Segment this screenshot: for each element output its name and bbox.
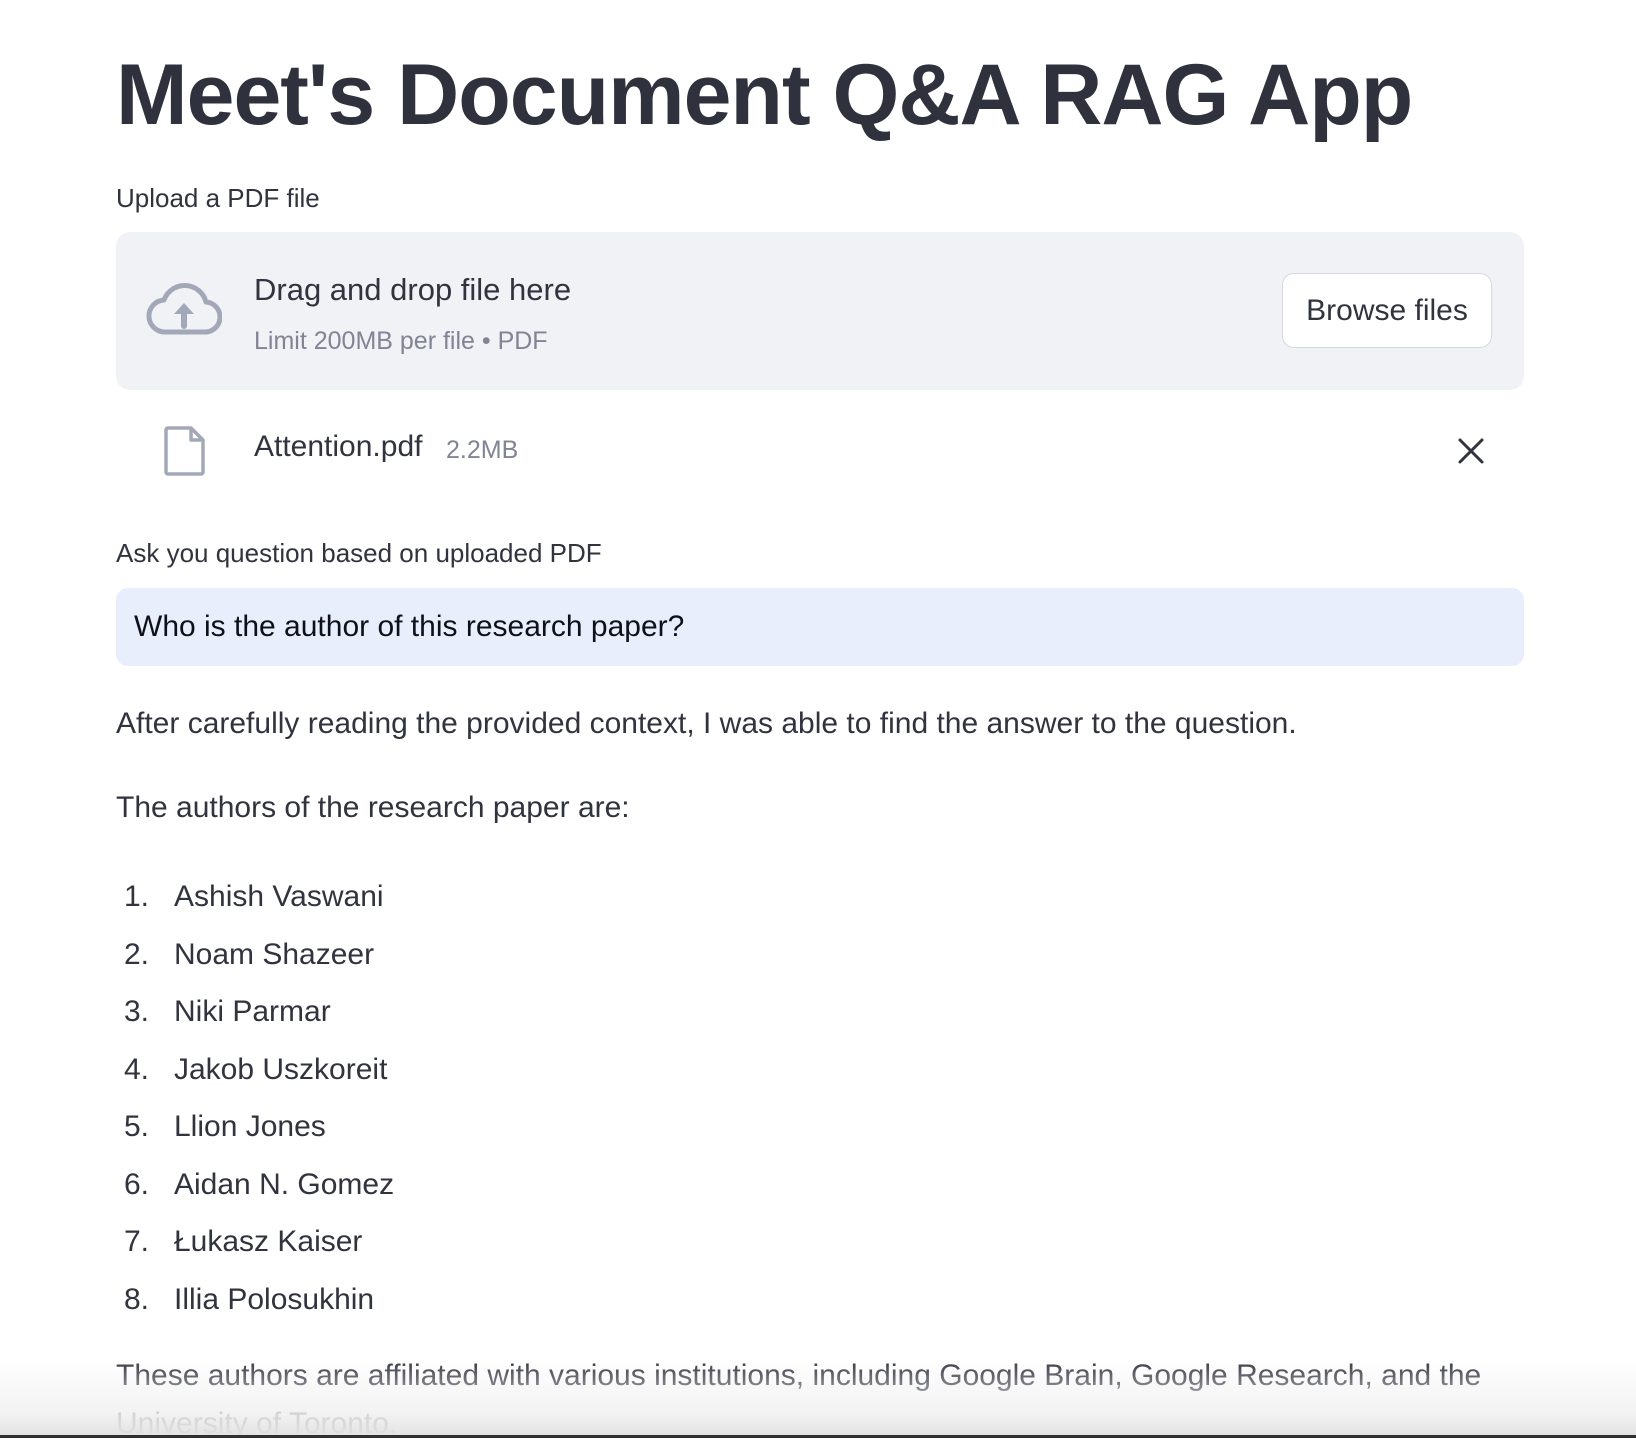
list-number: 8. xyxy=(124,1282,150,1316)
question-input[interactable] xyxy=(116,588,1524,666)
question-label: Ask you question based on uploaded PDF xyxy=(116,538,602,568)
author-name: Ashish Vaswani xyxy=(174,880,384,913)
author-name: Jakob Uszkoreit xyxy=(174,1052,388,1086)
author-name: Niki Parmar xyxy=(174,995,331,1028)
uploaded-file-name: Attention.pdf xyxy=(254,430,423,463)
dropzone-limit: Limit 200MB per file • PDF xyxy=(254,327,548,355)
answer-lead: The authors of the research paper are: xyxy=(116,791,630,824)
page-title: Meet's Document Q&A RAG App xyxy=(116,47,1413,143)
author-name: Illia Polosukhin xyxy=(174,1282,375,1316)
answer-intro: After carefully reading the provided con… xyxy=(116,707,1297,740)
upload-label: Upload a PDF file xyxy=(116,183,320,213)
author-name: Llion Jones xyxy=(174,1110,326,1143)
file-dropzone[interactable]: Drag and drop file here Limit 200MB per … xyxy=(116,232,1524,390)
answer-closing: These authors are affiliated with variou… xyxy=(116,1359,1482,1438)
file-icon xyxy=(164,426,205,476)
cloud-upload-icon xyxy=(146,282,222,335)
dropzone-instructions: Drag and drop file here xyxy=(254,272,572,307)
app-page: Meet's Document Q&A RAG App Upload a PDF… xyxy=(0,0,1636,1438)
list-number: 7. xyxy=(124,1225,150,1258)
list-number: 4. xyxy=(124,1052,150,1086)
list-number: 5. xyxy=(124,1110,150,1143)
list-number: 2. xyxy=(124,937,150,971)
author-name: Łukasz Kaiser xyxy=(174,1225,363,1258)
list-number: 6. xyxy=(124,1167,150,1201)
uploaded-file-row: Attention.pdf 2.2MB xyxy=(116,412,1524,492)
uploaded-file-size: 2.2MB xyxy=(446,436,519,464)
author-name: Aidan N. Gomez xyxy=(174,1167,395,1201)
list-number: 3. xyxy=(124,995,150,1028)
author-name: Noam Shazeer xyxy=(174,937,375,971)
list-number: 1. xyxy=(124,880,150,913)
close-icon[interactable] xyxy=(1456,436,1486,466)
browse-files-button[interactable]: Browse files xyxy=(1282,273,1492,348)
